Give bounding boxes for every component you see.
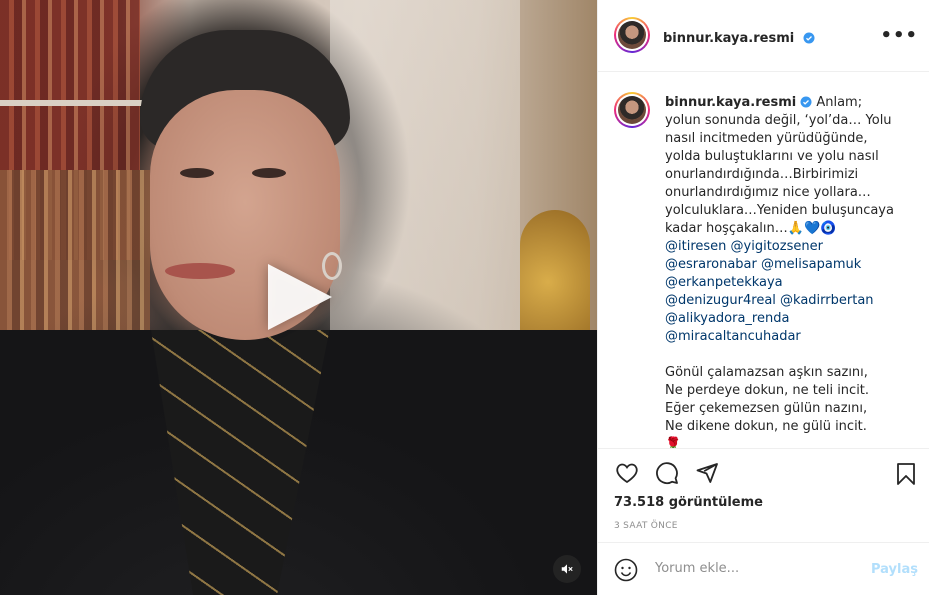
comment-bar: Yorum ekle... Paylaş [598,542,929,596]
caption-scroll-area[interactable]: binnur.kaya.resmi Anlam; yolun sonunda d… [598,72,929,448]
caption-username[interactable]: binnur.kaya.resmi [665,95,796,110]
caption-body: Anlam; yolun sonunda değil, ‘yol’da… Yol… [665,95,899,236]
bookmark-icon[interactable] [894,461,918,487]
video-player[interactable] [0,0,597,595]
mention-tags[interactable]: @erkanpetekkaya [665,274,895,292]
mention-tags[interactable]: @esraronabar @melisapamuk [665,256,895,274]
mention-tags[interactable]: @denizugur4real @kadirrbertan [665,292,895,310]
verified-icon [800,96,812,108]
username-link[interactable]: binnur.kaya.resmi [663,31,794,46]
heart-icon[interactable] [614,461,640,485]
caption-text: binnur.kaya.resmi Anlam; yolun sonunda d… [665,94,895,448]
person-eye-right [252,168,286,178]
comment-input[interactable]: Yorum ekle... [655,561,739,576]
verified-icon [803,32,815,44]
more-options-button[interactable]: ••• [880,25,918,46]
person-eye-left [180,168,214,178]
mute-button[interactable] [553,555,581,583]
more-icon: ••• [880,25,918,46]
view-count[interactable]: 73.518 görüntüleme [614,495,763,510]
mention-tags[interactable]: @itiresen @yigitozsener [665,238,895,256]
post-header: binnur.kaya.resmi ••• [598,0,929,72]
caption-avatar[interactable] [614,92,650,128]
emoji-icon[interactable] [614,558,638,582]
post-author: binnur.kaya.resmi [663,27,815,46]
post-comment-button[interactable]: Paylaş [871,562,918,577]
avatar-ring [616,19,648,51]
avatar[interactable] [614,17,650,53]
play-icon[interactable] [268,264,332,330]
mention-tags[interactable]: @miracaltancuhadar [665,328,895,346]
comment-icon[interactable] [654,461,680,485]
mute-icon [561,564,573,574]
avatar-ring [616,94,648,126]
mention-tags[interactable]: @alikyadora_renda [665,310,895,328]
post-timestamp[interactable]: 3 SAAT ÖNCE [614,521,678,531]
person-mouth [165,263,235,279]
avatar-image [618,21,646,49]
avatar-image [618,96,646,124]
caption-poem: Gönül çalamazsan aşkın sazını, Ne perdey… [665,365,870,448]
share-icon[interactable] [694,461,720,485]
post-panel: binnur.kaya.resmi ••• binnur.kaya.resmi … [597,0,929,595]
